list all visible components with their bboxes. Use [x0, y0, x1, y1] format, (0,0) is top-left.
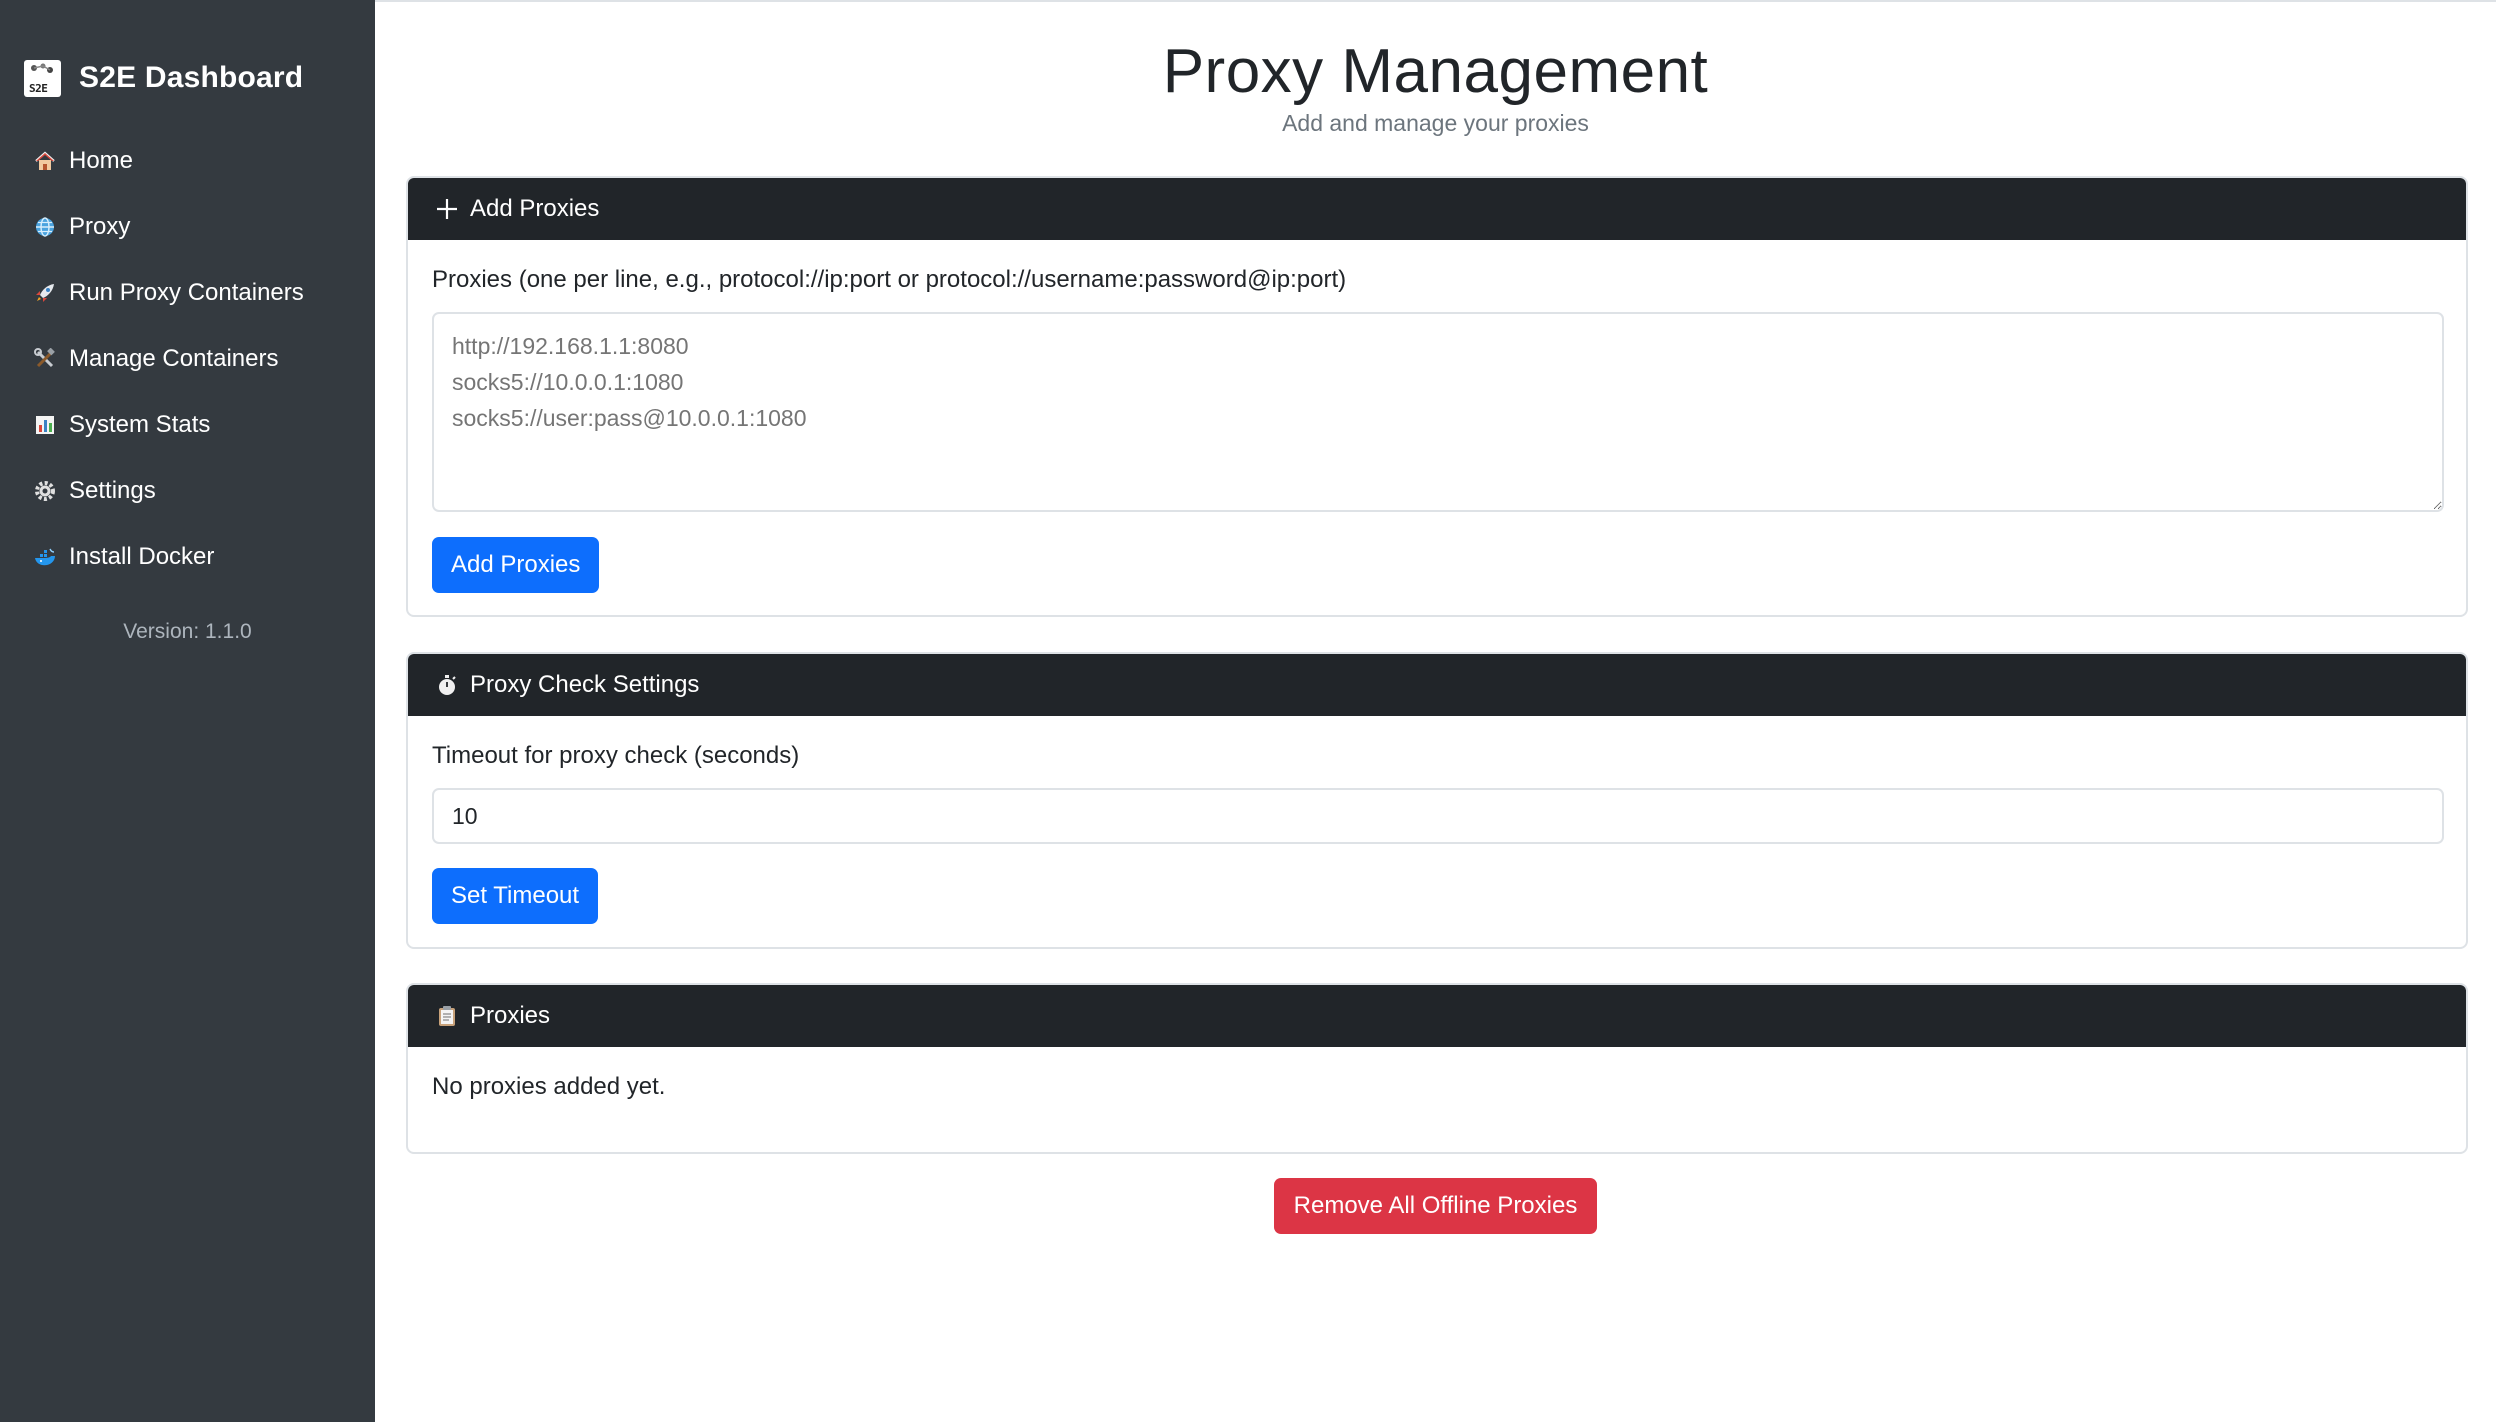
house-icon — [33, 149, 57, 173]
sidebar-item-label: Run Proxy Containers — [69, 279, 304, 306]
proxies-textarea-label: Proxies (one per line, e.g., protocol://… — [432, 266, 1347, 293]
timeout-actions: Set Timeout — [432, 868, 2442, 924]
timeout-label: Timeout for proxy check (seconds) — [432, 742, 800, 769]
bar-chart-icon — [33, 413, 57, 437]
brand-logo-icon: S2E — [24, 59, 61, 97]
remove-offline-proxies-button[interactable]: Remove All Offline Proxies — [1273, 1178, 1598, 1234]
brand-logo-text: S2E — [29, 81, 48, 95]
sidebar-item-run-proxy-containers[interactable]: Run Proxy Containers — [0, 260, 375, 326]
add-proxies-card: Add Proxies Proxies (one per line, e.g.,… — [406, 176, 2468, 617]
add-proxies-actions: Add Proxies — [432, 537, 2442, 593]
card-title: Add Proxies — [470, 195, 600, 222]
proxy-check-settings-card: Proxy Check Settings Timeout for proxy c… — [406, 652, 2468, 949]
proxies-textarea[interactable] — [432, 312, 2444, 512]
sidebar-item-install-docker[interactable]: Install Docker — [0, 524, 375, 590]
set-timeout-button[interactable]: Set Timeout — [432, 868, 599, 924]
sidebar-item-manage-containers[interactable]: Manage Containers — [0, 326, 375, 392]
sidebar: S2E S2E Dashboard Home Proxy Run Proxy C… — [0, 0, 375, 1422]
stopwatch-icon — [434, 672, 460, 698]
card-title: Proxy Check Settings — [470, 671, 700, 698]
tools-icon — [33, 347, 57, 371]
plus-icon — [434, 196, 460, 222]
sidebar-item-label: Manage Containers — [69, 345, 279, 372]
proxies-card: Proxies No proxies added yet. — [406, 983, 2468, 1154]
sidebar-item-home[interactable]: Home — [0, 128, 375, 194]
globe-icon — [33, 215, 57, 239]
card-title: Proxies — [470, 1002, 551, 1029]
sidebar-item-label: Settings — [69, 477, 156, 504]
proxy-check-settings-card-header: Proxy Check Settings — [408, 654, 2466, 716]
page-title: Proxy Management — [1162, 37, 1709, 106]
add-proxies-card-header: Add Proxies — [408, 178, 2466, 240]
proxy-check-settings-card-body: Timeout for proxy check (seconds) Set Ti… — [408, 716, 2466, 947]
brand[interactable]: S2E S2E Dashboard — [24, 56, 303, 100]
sidebar-nav: Home Proxy Run Proxy Containers Manage C… — [0, 128, 375, 590]
whale-icon — [33, 545, 57, 569]
app: S2E S2E Dashboard Home Proxy Run Proxy C… — [0, 0, 2496, 1422]
sidebar-item-system-stats[interactable]: System Stats — [0, 392, 375, 458]
add-proxies-button[interactable]: Add Proxies — [432, 537, 600, 593]
timeout-input[interactable] — [432, 788, 2444, 844]
proxies-card-header: Proxies — [408, 985, 2466, 1047]
proxies-empty-message: No proxies added yet. — [432, 1073, 666, 1100]
gear-icon — [33, 479, 57, 503]
sidebar-item-label: Home — [69, 147, 134, 174]
page-subtitle: Add and manage your proxies — [1282, 110, 1589, 136]
proxies-card-body: No proxies added yet. — [408, 1047, 2466, 1125]
sidebar-item-settings[interactable]: Settings — [0, 458, 375, 524]
version-text: Version: 1.1.0 — [123, 620, 252, 643]
sidebar-item-label: Install Docker — [69, 543, 215, 570]
sidebar-item-label: Proxy — [69, 213, 131, 240]
sidebar-item-proxy[interactable]: Proxy — [0, 194, 375, 260]
clipboard-icon — [434, 1003, 460, 1029]
footer-actions: Remove All Offline Proxies — [375, 1178, 2496, 1234]
brand-title: S2E Dashboard — [79, 61, 304, 94]
sidebar-item-label: System Stats — [69, 411, 211, 438]
main-content: Proxy Management Add and manage your pro… — [375, 0, 2496, 1422]
add-proxies-card-body: Proxies (one per line, e.g., protocol://… — [408, 240, 2466, 615]
rocket-icon — [33, 281, 57, 305]
